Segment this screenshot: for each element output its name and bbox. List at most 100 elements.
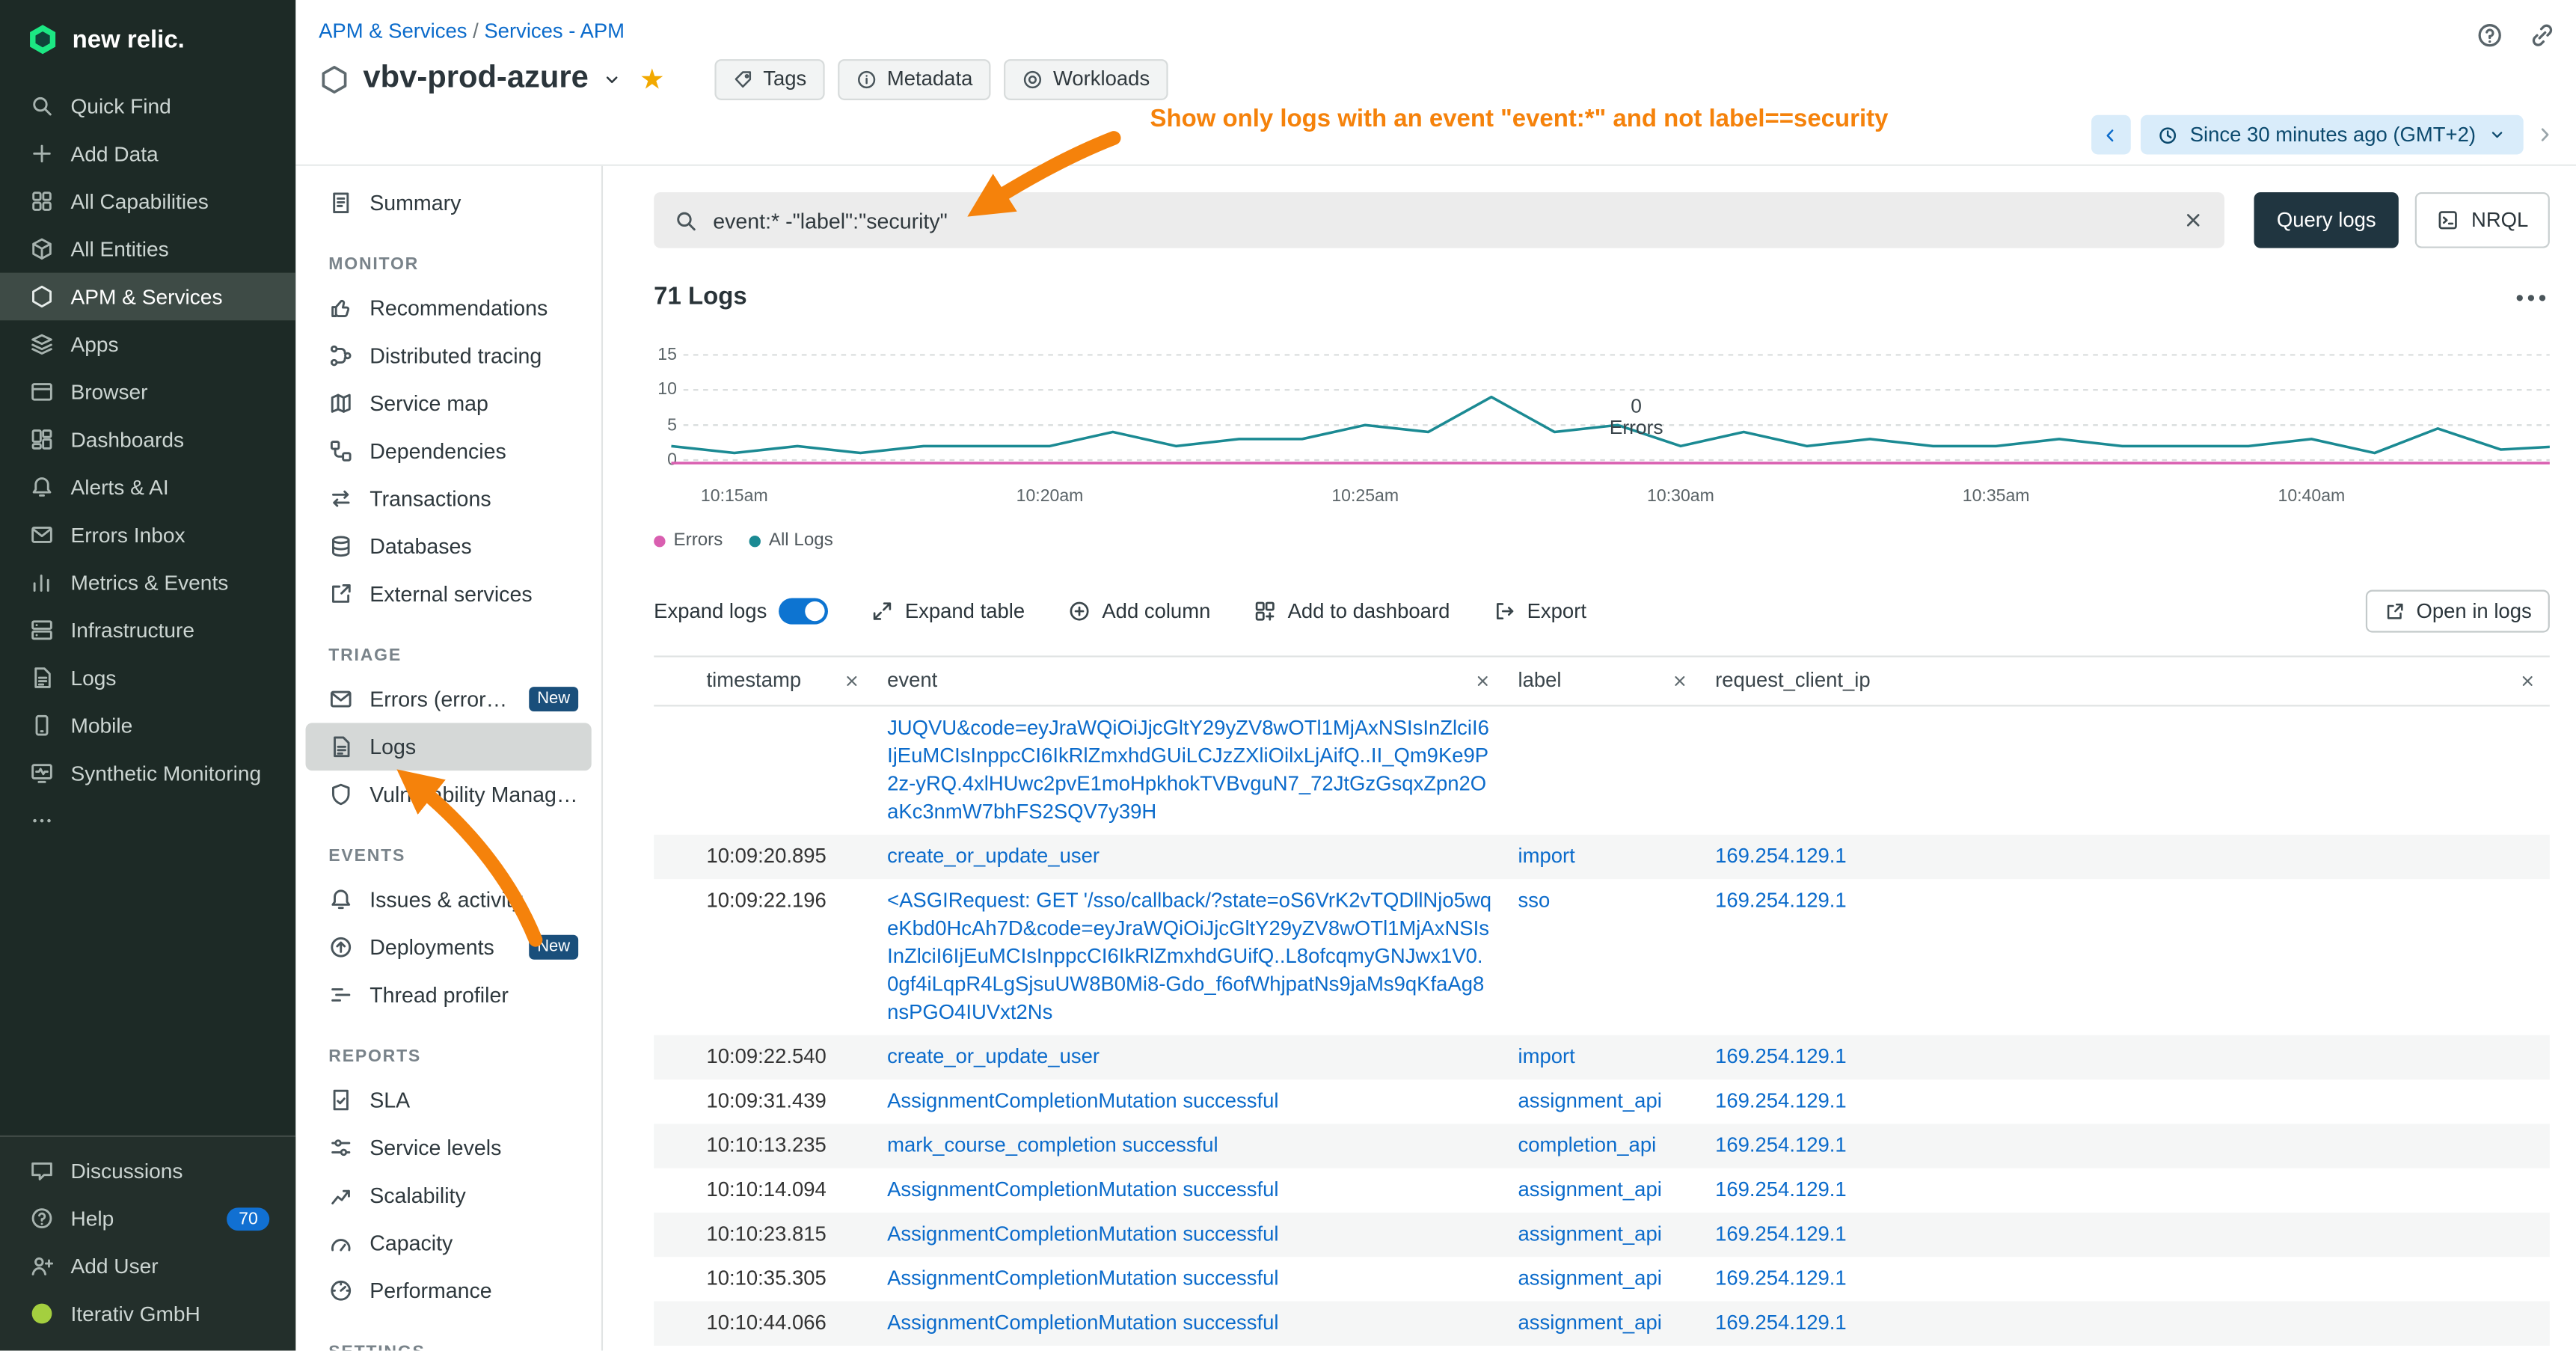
clear-query-icon[interactable] <box>2181 209 2204 232</box>
event-link[interactable]: mark_course_completion successful <box>887 1134 1218 1157</box>
event-link[interactable]: <ASGIRequest: GET '/sso/callback/?state=… <box>887 889 1491 1023</box>
sidebar-item-quick-find[interactable]: Quick Find <box>0 82 295 130</box>
log-query-input[interactable] <box>713 208 2166 233</box>
ip-link[interactable]: 169.254.129.1 <box>1715 1089 1847 1112</box>
tags-chip[interactable]: Tags <box>714 58 824 99</box>
entity-chevron-icon[interactable] <box>601 68 623 90</box>
table-row[interactable]: 10:09:31.439AssignmentCompletionMutation… <box>654 1079 2550 1124</box>
ip-link[interactable]: 169.254.129.1 <box>1715 1311 1847 1335</box>
label-link[interactable]: import <box>1518 1045 1575 1068</box>
sidebar-item-infrastructure[interactable]: Infrastructure <box>0 606 295 654</box>
sidebar-item-browser[interactable]: Browser <box>0 368 295 416</box>
time-back-button[interactable] <box>2091 115 2131 155</box>
expand-table-button[interactable]: Expand table <box>871 600 1025 623</box>
sidebar-item-apps[interactable]: Apps <box>0 320 295 368</box>
metadata-chip[interactable]: Metadata <box>838 58 991 99</box>
sidebar-item-help[interactable]: Help70 <box>0 1195 295 1243</box>
ip-link[interactable]: 169.254.129.1 <box>1715 1134 1847 1157</box>
time-picker[interactable]: Since 30 minutes ago (GMT+2) <box>2141 115 2524 155</box>
table-row[interactable]: 10:10:14.094AssignmentCompletionMutation… <box>654 1168 2550 1213</box>
label-link[interactable]: assignment_api <box>1518 1266 1662 1290</box>
event-link[interactable]: AssignmentCompletionMutation successful <box>887 1089 1278 1112</box>
remove-column-icon[interactable] <box>843 672 861 690</box>
brand[interactable]: new relic. <box>0 0 295 73</box>
help-icon[interactable] <box>2476 22 2503 49</box>
add-to-dashboard-button[interactable]: Add to dashboard <box>1253 600 1450 623</box>
sidebar-item-iterativ-gmbh[interactable]: Iterativ GmbH <box>0 1290 295 1338</box>
open-in-logs-button[interactable]: Open in logs <box>2365 590 2549 633</box>
sidebar-item-summary[interactable]: Summary <box>306 179 592 227</box>
ip-link[interactable]: 169.254.129.1 <box>1715 1222 1847 1246</box>
remove-column-icon[interactable] <box>1473 672 1491 690</box>
ip-link[interactable]: 169.254.129.1 <box>1715 1045 1847 1068</box>
sidebar-item-add-user[interactable]: Add User <box>0 1243 295 1290</box>
remove-column-icon[interactable] <box>2518 672 2536 690</box>
label-link[interactable]: assignment_api <box>1518 1311 1662 1335</box>
sidebar-item-apm-services[interactable]: APM & Services <box>0 273 295 321</box>
sidebar-item-service-levels[interactable]: Service levels <box>306 1124 592 1171</box>
sidebar-item-errors-inbox[interactable]: Errors Inbox <box>0 511 295 559</box>
toggle-on-icon[interactable] <box>779 598 828 625</box>
sidebar-item-external-services[interactable]: External services <box>306 570 592 618</box>
sidebar-item-logs[interactable]: Logs <box>0 654 295 702</box>
workloads-chip[interactable]: Workloads <box>1004 58 1168 99</box>
column-header-request-client-ip[interactable]: request_client_ip <box>1702 658 2550 705</box>
event-link[interactable]: create_or_update_user <box>887 845 1100 868</box>
sidebar-item-capacity[interactable]: Capacity <box>306 1219 592 1267</box>
sidebar-item-all-capabilities[interactable]: All Capabilities <box>0 177 295 225</box>
sidebar-item-synthetic-monitoring[interactable]: Synthetic Monitoring <box>0 750 295 797</box>
more-options-button[interactable]: ••• <box>2515 284 2550 310</box>
table-row[interactable]: 10:10:49.051mark_course_completion succe… <box>654 1346 2550 1351</box>
sidebar-item-vulnerability-management[interactable]: Vulnerability Management <box>306 771 592 818</box>
ip-link[interactable]: 169.254.129.1 <box>1715 845 1847 868</box>
sidebar-item-metrics-events[interactable]: Metrics & Events <box>0 559 295 607</box>
event-link[interactable]: AssignmentCompletionMutation successful <box>887 1311 1278 1335</box>
event-link[interactable]: AssignmentCompletionMutation successful <box>887 1222 1278 1246</box>
sidebar-item-alerts-ai[interactable]: Alerts & AI <box>0 463 295 511</box>
label-link[interactable]: assignment_api <box>1518 1089 1662 1112</box>
table-row[interactable]: 10:10:23.815AssignmentCompletionMutation… <box>654 1213 2550 1257</box>
sidebar-item-all-entities[interactable]: All Entities <box>0 225 295 273</box>
legend-item-all-logs[interactable]: All Logs <box>749 530 832 550</box>
sidebar-item-recommendations[interactable]: Recommendations <box>306 284 592 332</box>
favorite-star-icon[interactable]: ★ <box>640 65 664 93</box>
breadcrumb-link-services-apm[interactable]: Services - APM <box>484 19 625 43</box>
sidebar-item-logs[interactable]: Logs <box>306 723 592 771</box>
table-row[interactable]: 10:10:44.066AssignmentCompletionMutation… <box>654 1302 2550 1346</box>
table-row[interactable]: 10:09:22.196<ASGIRequest: GET '/sso/call… <box>654 879 2550 1035</box>
sidebar-item-dashboards[interactable]: Dashboards <box>0 416 295 464</box>
sidebar-item-databases[interactable]: Databases <box>306 522 592 570</box>
nrql-button[interactable]: NRQL <box>2415 192 2550 248</box>
sidebar-item-scalability[interactable]: Scalability <box>306 1171 592 1219</box>
sidebar-item-service-map[interactable]: Service map <box>306 379 592 427</box>
ip-link[interactable]: 169.254.129.1 <box>1715 1266 1847 1290</box>
sidebar-item-thread-profiler[interactable]: Thread profiler <box>306 971 592 1019</box>
table-row[interactable]: JUQVU&code=eyJraWQiOiJjcGltY29yZV8wOTl1M… <box>654 706 2550 834</box>
log-query-bar[interactable] <box>654 192 2224 248</box>
column-header-event[interactable]: event <box>874 658 1505 705</box>
add-column-button[interactable]: Add column <box>1067 600 1210 623</box>
expand-logs-toggle[interactable]: Expand logs <box>654 598 827 625</box>
sidebar-item-discussions[interactable]: Discussions <box>0 1147 295 1195</box>
column-header-label[interactable]: label <box>1505 658 1702 705</box>
table-row[interactable]: 10:10:13.235mark_course_completion succe… <box>654 1124 2550 1168</box>
sidebar-item-sla[interactable]: SLA <box>306 1076 592 1124</box>
sidebar-item-distributed-tracing[interactable]: Distributed tracing <box>306 332 592 380</box>
event-link[interactable]: JUQVU&code=eyJraWQiOiJjcGltY29yZV8wOTl1M… <box>887 717 1489 824</box>
event-link[interactable]: AssignmentCompletionMutation successful <box>887 1178 1278 1201</box>
table-row[interactable]: 10:10:35.305AssignmentCompletionMutation… <box>654 1257 2550 1301</box>
export-button[interactable]: Export <box>1492 600 1586 623</box>
column-header-timestamp[interactable]: timestamp <box>693 658 874 705</box>
permalink-icon[interactable] <box>2528 22 2556 49</box>
legend-item-errors[interactable]: Errors <box>654 530 723 550</box>
table-row[interactable]: 10:09:20.895create_or_update_userimport1… <box>654 835 2550 879</box>
time-forward-button[interactable] <box>2533 123 2557 147</box>
label-link[interactable]: import <box>1518 845 1575 868</box>
sidebar-item-add-data[interactable]: Add Data <box>0 130 295 178</box>
breadcrumb-link-apm-services[interactable]: APM & Services <box>319 19 467 43</box>
sidebar-item-dependencies[interactable]: Dependencies <box>306 427 592 475</box>
sidebar-item-mobile[interactable]: Mobile <box>0 702 295 750</box>
label-link[interactable]: completion_api <box>1518 1134 1657 1157</box>
table-row[interactable]: 10:09:22.540create_or_update_userimport1… <box>654 1035 2550 1079</box>
label-link[interactable]: sso <box>1518 889 1551 912</box>
